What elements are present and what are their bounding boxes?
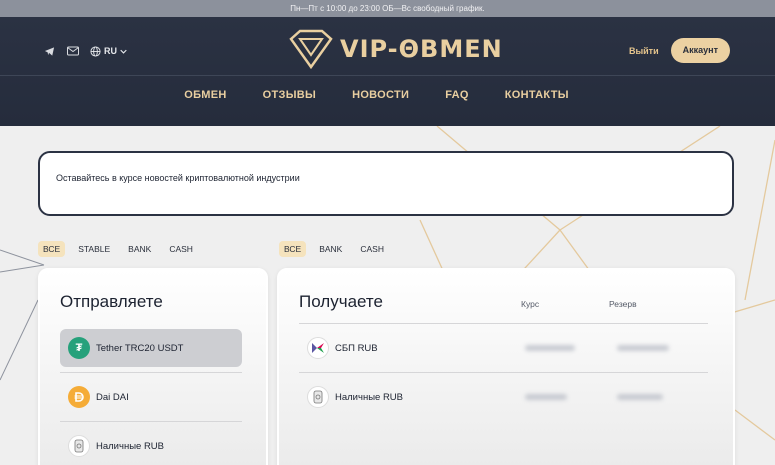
schedule-text: Пн—Пт с 10:00 до 23:00 ОБ—Вс свободный г… [290,4,485,13]
nav-news[interactable]: НОВОСТИ [352,89,409,101]
cash-icon [307,386,329,408]
news-text: Оставайтесь в курсе новостей криптовалют… [56,173,300,183]
receive-filter-cash[interactable]: CASH [355,241,389,257]
diamond-logo-icon [289,29,333,69]
logout-link[interactable]: Выйти [629,46,659,56]
account-button[interactable]: Аккаунт [670,38,730,63]
receive-filter-all[interactable]: ВСЕ [279,241,307,257]
currency-name: Наличные RUB [96,440,164,452]
rate-column-header: Курс [521,299,540,309]
nav-faq[interactable]: FAQ [445,89,469,101]
receive-item-cash-rub[interactable]: Наличные RUB [299,378,708,416]
currency-name: Tether TRC20 USDT [96,342,184,354]
rate-value-blurred [525,345,575,351]
nav-reviews[interactable]: ОТЗЫВЫ [263,89,316,101]
rate-value-blurred [525,394,567,400]
send-title: Отправляете [60,292,163,311]
send-item-cash-rub[interactable]: Наличные RUB [60,427,242,465]
receive-title: Получаете [299,292,383,311]
sbp-icon [307,337,329,359]
send-filters: ВСЕ STABLE BANK CASH [38,241,198,257]
telegram-icon[interactable] [42,44,56,58]
header-divider [0,75,775,76]
schedule-bar: Пн—Пт с 10:00 до 23:00 ОБ—Вс свободный г… [0,0,775,17]
language-selector[interactable]: RU [90,45,127,57]
send-filter-bank[interactable]: BANK [123,241,156,257]
language-label: RU [104,46,117,56]
reserve-column-header: Резерв [609,299,637,309]
site-header: RU VIP-ΘBMEN Выйти Аккаунт ОБМЕН ОТЗЫВЫ … [0,17,775,126]
logo-text: VIP-ΘBMEN [340,35,503,63]
chevron-down-icon [120,49,127,54]
cash-icon [68,435,90,457]
tether-icon: ₮ [68,337,90,359]
news-banner[interactable]: Оставайтесь в курсе новостей криптовалют… [38,151,734,216]
row-divider [60,421,242,422]
row-divider [299,372,708,373]
send-filter-all[interactable]: ВСЕ [38,241,66,257]
globe-icon [90,45,101,57]
receive-item-sbp[interactable]: СБП RUB [299,329,708,367]
auth-controls: Выйти Аккаунт [629,38,730,63]
row-divider [60,372,242,373]
header-divider-line [299,323,708,324]
reserve-value-blurred [617,345,669,351]
send-panel: Отправляете ₮ Tether TRC20 USDT Dai DAI … [38,268,268,465]
social-links: RU [42,44,127,58]
send-filter-stable[interactable]: STABLE [73,241,115,257]
reserve-value-blurred [617,394,663,400]
currency-name: Наличные RUB [335,391,403,403]
currency-name: СБП RUB [335,342,378,354]
mail-icon[interactable] [66,44,80,58]
nav-contacts[interactable]: КОНТАКТЫ [505,89,569,101]
site-logo[interactable]: VIP-ΘBMEN [288,29,503,69]
nav-exchange[interactable]: ОБМЕН [184,89,226,101]
receive-filter-bank[interactable]: BANK [314,241,347,257]
currency-name: Dai DAI [96,391,129,403]
send-item-dai[interactable]: Dai DAI [60,378,242,416]
send-filter-cash[interactable]: CASH [164,241,198,257]
receive-filters: ВСЕ BANK CASH [279,241,389,257]
main-nav: ОБМЕН ОТЗЫВЫ НОВОСТИ FAQ КОНТАКТЫ [0,89,775,101]
dai-icon [68,386,90,408]
receive-panel: Получаете Курс Резерв СБП RUB Наличные R… [277,268,735,465]
send-item-tether[interactable]: ₮ Tether TRC20 USDT [60,329,242,367]
